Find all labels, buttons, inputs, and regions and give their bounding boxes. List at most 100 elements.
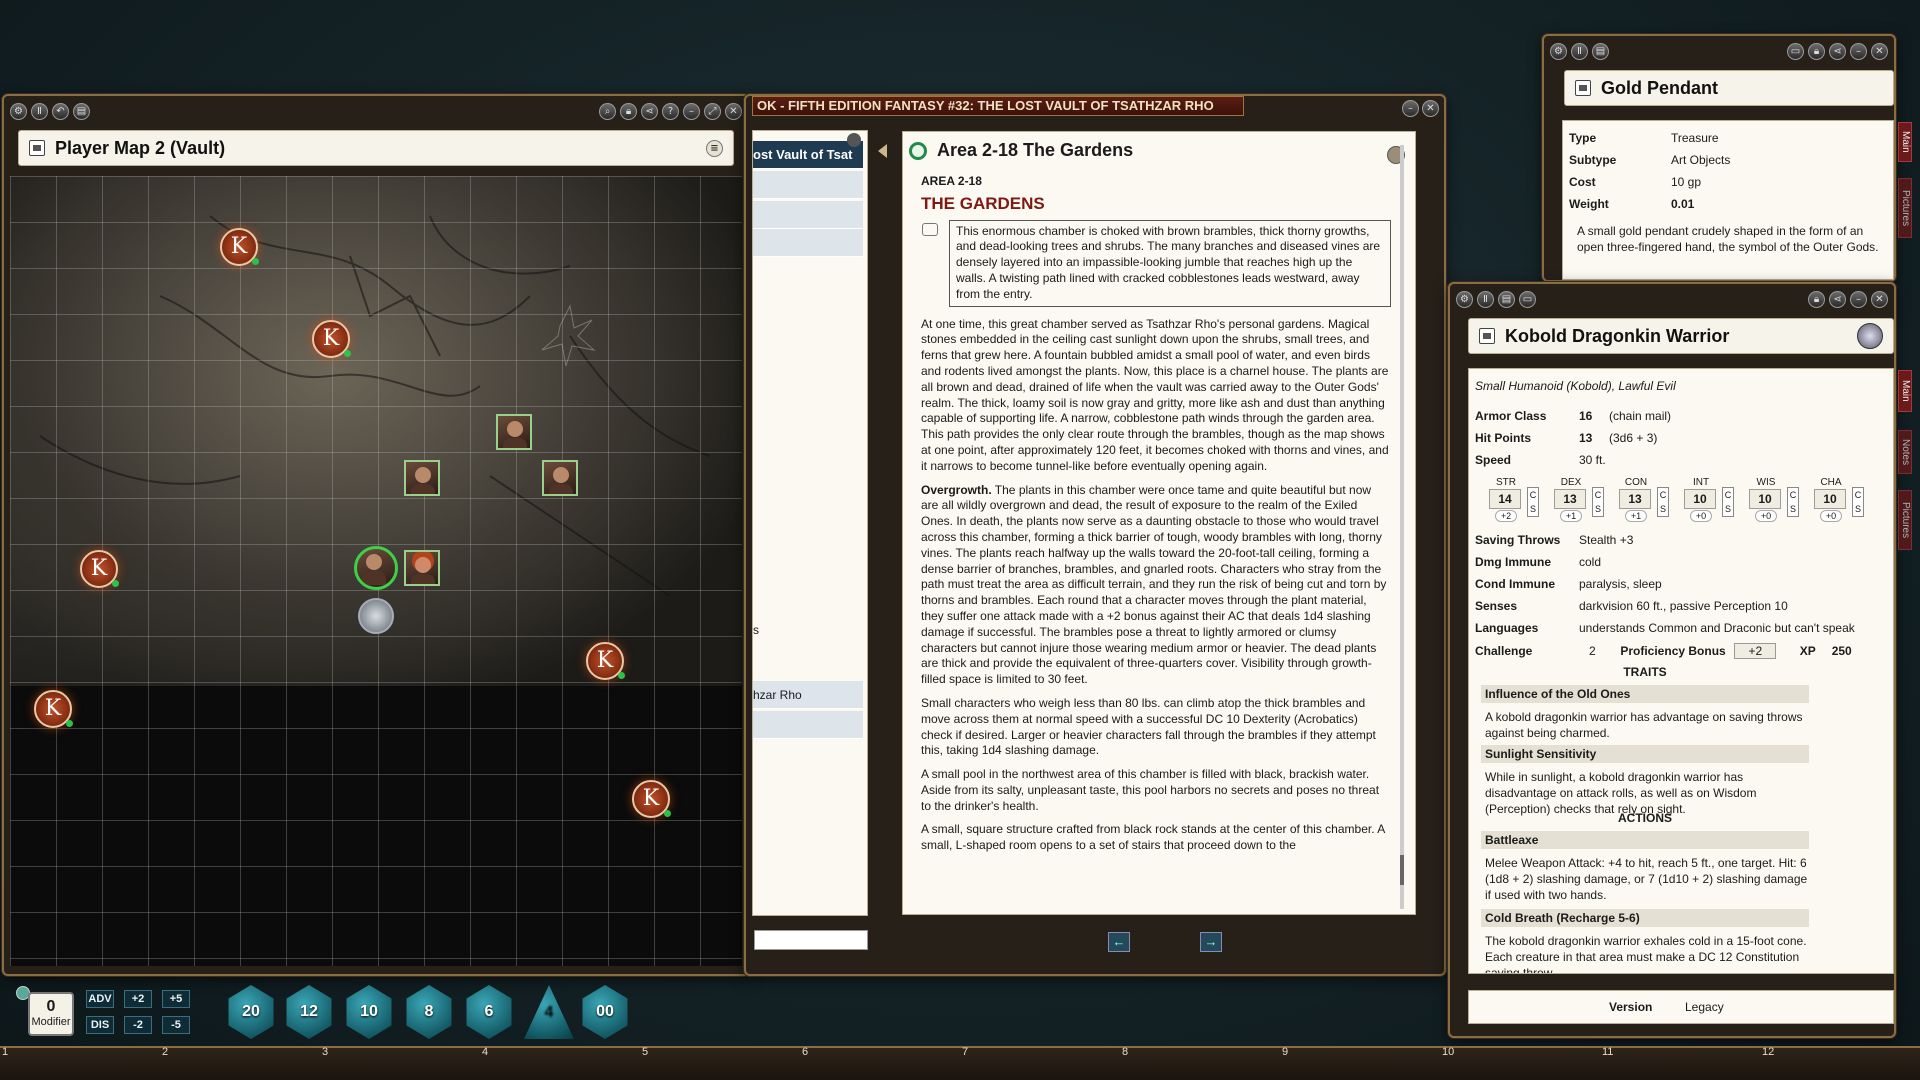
collapse-arrow-icon[interactable] <box>878 144 887 158</box>
link-icon[interactable]: ⚙ <box>1456 290 1473 308</box>
modifier-box[interactable]: 0 Modifier <box>28 992 74 1036</box>
hotkey-slot[interactable]: 5 <box>642 1046 648 1058</box>
save-check-toggle[interactable]: CS <box>1527 487 1539 517</box>
share-icon[interactable]: ⋖ <box>1829 42 1846 60</box>
plus2-button[interactable]: +2 <box>124 990 152 1008</box>
minimize-icon[interactable]: – <box>1850 290 1867 308</box>
tab-notes[interactable]: Notes <box>1898 430 1912 474</box>
d20-die[interactable]: 20 <box>228 985 274 1039</box>
layers-icon[interactable]: ▤ <box>1592 42 1609 60</box>
hotkey-slot[interactable]: 8 <box>1122 1046 1128 1058</box>
tab-main[interactable]: Main <box>1898 122 1912 162</box>
toc-item[interactable] <box>753 711 863 739</box>
lock-icon[interactable]: 🔒︎ <box>1808 290 1825 308</box>
close-icon[interactable]: ✕ <box>1871 290 1888 308</box>
chat-icon[interactable]: ▭ <box>1787 42 1804 60</box>
minus5-button[interactable]: -5 <box>162 1016 190 1034</box>
hotkey-slot[interactable]: 1 <box>2 1046 8 1058</box>
wolf-companion-token[interactable] <box>358 598 394 634</box>
npc-portrait-icon[interactable] <box>1857 323 1883 349</box>
player-token[interactable] <box>496 414 532 450</box>
map-canvas[interactable]: K K K K K K <box>10 176 742 966</box>
zoom-icon[interactable]: ⌕ <box>599 102 616 120</box>
plus5-button[interactable]: +5 <box>162 990 190 1008</box>
minimize-icon[interactable]: – <box>683 102 700 120</box>
kobold-token[interactable]: K <box>34 690 73 728</box>
link-icon[interactable]: ⚙ <box>10 102 27 120</box>
close-icon[interactable]: ✕ <box>1422 100 1439 117</box>
pause-icon[interactable]: Ⅱ <box>31 102 48 120</box>
toc-item[interactable] <box>753 229 863 257</box>
minimize-icon[interactable]: – <box>1850 42 1867 60</box>
lock-icon[interactable]: 🔒︎ <box>620 102 637 120</box>
hotkey-slot[interactable]: 11 <box>1602 1046 1613 1058</box>
adv-button[interactable]: ADV <box>86 990 114 1008</box>
pause-icon[interactable]: Ⅱ <box>1477 290 1494 308</box>
hotkey-slot[interactable]: 12 <box>1762 1046 1774 1058</box>
hotkey-slot[interactable]: 7 <box>962 1046 968 1058</box>
d6-die[interactable]: 6 <box>466 985 512 1039</box>
next-page-button[interactable]: → <box>1200 932 1222 952</box>
dis-button[interactable]: DIS <box>86 1016 114 1034</box>
undo-icon[interactable]: ↶ <box>52 102 69 120</box>
d12-die[interactable]: 12 <box>286 985 332 1039</box>
toc-item[interactable]: ost Vault of Tsat <box>753 141 863 169</box>
selected-player-token[interactable] <box>354 546 398 590</box>
kobold-token[interactable]: K <box>220 228 259 266</box>
minimize-icon[interactable]: – <box>1402 100 1419 117</box>
prev-page-button[interactable]: ← <box>1108 932 1130 952</box>
tab-pictures[interactable]: Pictures <box>1898 490 1912 550</box>
toc-item[interactable]: hzar Rho <box>753 681 863 709</box>
ability-score[interactable]: 13 <box>1619 489 1651 509</box>
d100-die[interactable]: 00 <box>582 985 628 1039</box>
hotkey-slot[interactable]: 4 <box>482 1046 488 1058</box>
save-check-toggle[interactable]: CS <box>1657 487 1669 517</box>
toc-item[interactable] <box>753 171 863 199</box>
hotkey-slot[interactable]: 10 <box>1442 1046 1454 1058</box>
lock-icon[interactable] <box>847 133 861 147</box>
player-token[interactable] <box>404 550 440 586</box>
chat-icon[interactable]: ▭ <box>1519 290 1536 308</box>
ability-score[interactable]: 10 <box>1749 489 1781 509</box>
close-icon[interactable]: ✕ <box>1871 42 1888 60</box>
save-check-toggle[interactable]: CS <box>1592 487 1604 517</box>
d8-die[interactable]: 8 <box>406 985 452 1039</box>
tab-pictures[interactable]: Pictures <box>1898 178 1912 238</box>
save-check-toggle[interactable]: CS <box>1722 487 1734 517</box>
share-icon[interactable]: ⋖ <box>1829 290 1846 308</box>
kobold-token[interactable]: K <box>312 320 351 358</box>
player-token[interactable] <box>542 460 578 496</box>
kobold-token[interactable]: K <box>586 642 625 680</box>
menu-icon[interactable]: ≡ <box>706 139 723 157</box>
link-icon[interactable]: ⚙ <box>1550 42 1567 60</box>
toc-item[interactable] <box>753 201 863 229</box>
tab-main[interactable]: Main <box>1898 370 1912 412</box>
ability-score[interactable]: 10 <box>1684 489 1716 509</box>
hotkey-slot[interactable]: 6 <box>802 1046 808 1058</box>
layers-icon[interactable]: ▤ <box>1498 290 1515 308</box>
hotkey-slot[interactable]: 3 <box>322 1046 328 1058</box>
d10-die[interactable]: 10 <box>346 985 392 1039</box>
pause-icon[interactable]: Ⅱ <box>1571 42 1588 60</box>
ability-score[interactable]: 10 <box>1814 489 1846 509</box>
expand-icon[interactable]: ⤢ <box>704 102 721 120</box>
ability-score[interactable]: 14 <box>1489 489 1521 509</box>
player-token[interactable] <box>404 460 440 496</box>
d4-die[interactable]: 4 <box>524 985 574 1039</box>
hotkey-slot[interactable]: 2 <box>162 1046 168 1058</box>
minus2-button[interactable]: -2 <box>124 1016 152 1034</box>
chat-bubble-icon[interactable] <box>922 222 938 236</box>
page-scrollbar[interactable] <box>1400 145 1404 909</box>
lock-icon[interactable]: 🔒︎ <box>1808 42 1825 60</box>
search-field[interactable] <box>754 930 868 950</box>
layers-icon[interactable]: ▤ <box>73 102 90 120</box>
scrollbar-thumb[interactable] <box>1400 855 1404 885</box>
kobold-token[interactable]: K <box>80 550 119 588</box>
kobold-token[interactable]: K <box>632 780 671 818</box>
close-icon[interactable]: ✕ <box>725 102 742 120</box>
version-value[interactable]: Legacy <box>1685 1000 1724 1014</box>
save-check-toggle[interactable]: CS <box>1852 487 1864 517</box>
save-check-toggle[interactable]: CS <box>1787 487 1799 517</box>
hotkey-slot[interactable]: 9 <box>1282 1046 1288 1058</box>
share-icon[interactable]: ⋖ <box>641 102 658 120</box>
